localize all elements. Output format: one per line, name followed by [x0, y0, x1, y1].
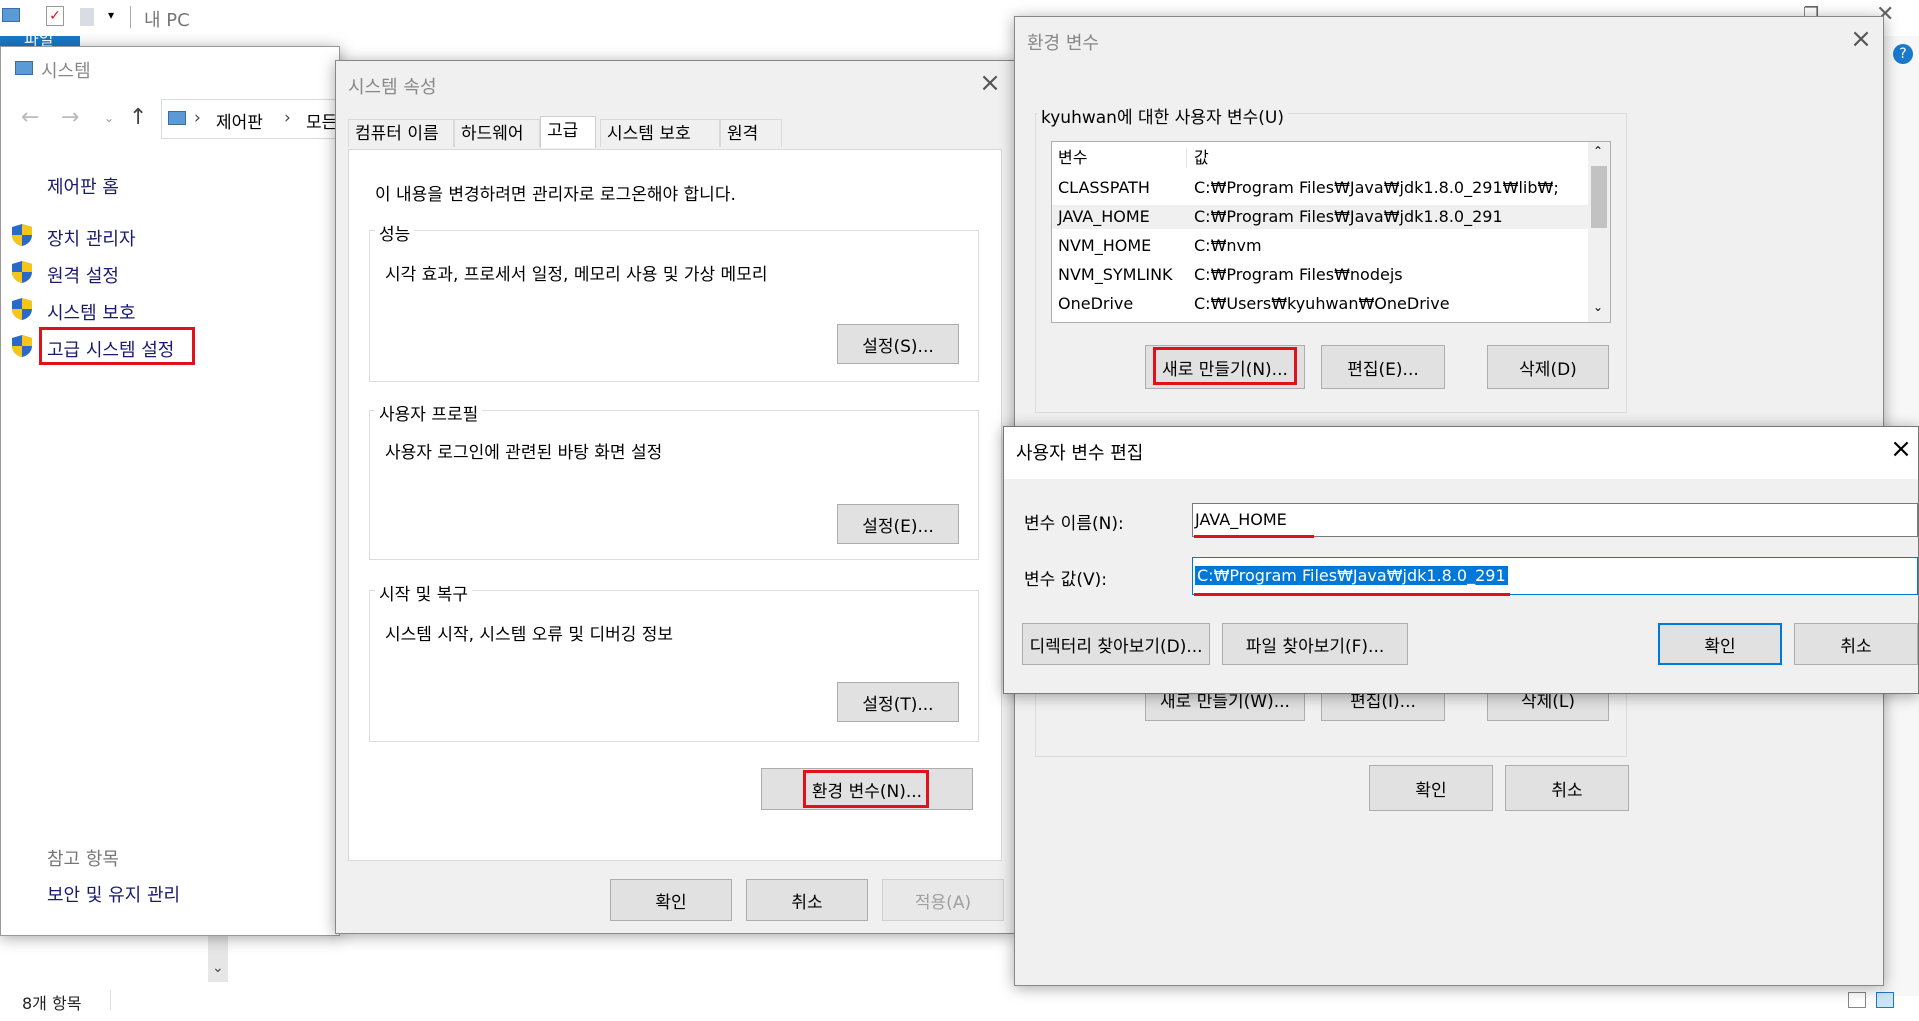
- user-delete-button[interactable]: 삭제(D): [1487, 345, 1609, 389]
- link-advanced-system-settings[interactable]: 고급 시스템 설정: [47, 336, 174, 362]
- user-edit-button[interactable]: 편집(E)...: [1321, 345, 1445, 389]
- link-security-maintenance[interactable]: 보안 및 유지 관리: [47, 881, 180, 907]
- variable-value-label: 변수 값(V):: [1024, 570, 1107, 590]
- system-window: 시스템 ← → ⌄ ↑ › 제어판 › 모든 제어판 홈 장치 관리자 원격 설…: [0, 46, 351, 936]
- ok-button[interactable]: 확인: [1369, 765, 1493, 811]
- details-view-icon[interactable]: [1848, 992, 1866, 1008]
- scroll-thumb[interactable]: [1591, 166, 1607, 228]
- status-item-count: 8개 항목: [22, 994, 82, 1013]
- dialog-body: 변수 이름(N): JAVA_HOME 변수 값(V): C:₩Program …: [1004, 479, 1918, 693]
- link-remote-settings[interactable]: 원격 설정: [47, 262, 119, 288]
- breadcrumb-chevron-icon: ›: [284, 108, 291, 128]
- admin-note: 이 내용을 변경하려면 관리자로 로그온해야 합니다.: [375, 185, 736, 205]
- close-icon[interactable]: ×: [978, 70, 1002, 96]
- list-header: 변수 값: [1052, 144, 1610, 172]
- scroll-down-icon[interactable]: ⌄: [1593, 300, 1603, 314]
- system-properties-title: 시스템 속성: [348, 77, 437, 98]
- qat-title: 내 PC: [144, 10, 190, 31]
- uac-shield-icon: [12, 224, 32, 246]
- see-also-heading: 참고 항목: [47, 849, 119, 870]
- list-item[interactable]: NVM_HOME C:₩nvm: [1052, 234, 1588, 258]
- highlight-underline-value: [1194, 593, 1510, 596]
- cancel-button[interactable]: 취소: [1794, 623, 1918, 665]
- browse-directory-button[interactable]: 디렉터리 찾아보기(D)...: [1022, 623, 1210, 665]
- customize-toolbar-icon[interactable]: ▾: [108, 8, 114, 22]
- qat-separator: [130, 6, 131, 28]
- cancel-button[interactable]: 취소: [746, 879, 868, 921]
- ok-button[interactable]: 확인: [1658, 623, 1782, 665]
- variable-name-label: 변수 이름(N):: [1024, 514, 1124, 534]
- link-system-protection[interactable]: 시스템 보호: [47, 299, 136, 325]
- breadcrumb-chevron-icon: ›: [194, 108, 201, 128]
- column-divider: [1186, 148, 1187, 168]
- performance-description: 시각 효과, 프로세서 일정, 메모리 사용 및 가상 메모리: [385, 265, 768, 285]
- pc-icon: [2, 8, 20, 22]
- breadcrumb-item[interactable]: 제어판: [216, 108, 263, 133]
- up-arrow-icon[interactable]: ↑: [129, 105, 147, 130]
- nav-control-panel-home[interactable]: 제어판 홈: [47, 173, 119, 199]
- browse-file-button[interactable]: 파일 찾아보기(F)...: [1222, 623, 1408, 665]
- close-icon[interactable]: ×: [1849, 26, 1873, 52]
- list-scrollbar[interactable]: ⌃ ⌄: [1588, 142, 1610, 322]
- user-profile-settings-button[interactable]: 설정(E)...: [837, 504, 959, 544]
- user-profile-group-label: 사용자 프로필: [375, 400, 483, 425]
- back-arrow-icon[interactable]: ←: [21, 105, 39, 130]
- properties-icon[interactable]: ✓: [46, 6, 64, 26]
- cancel-button[interactable]: 취소: [1505, 765, 1629, 811]
- system-window-title: 시스템: [41, 61, 91, 82]
- control-panel-icon: [168, 111, 186, 125]
- column-header-variable[interactable]: 변수: [1058, 144, 1087, 172]
- user-variables-group-label: kyuhwan에 대한 사용자 변수(U): [1037, 103, 1288, 128]
- uac-shield-icon: [12, 298, 32, 320]
- tab-hardware[interactable]: 하드웨어: [454, 119, 540, 147]
- status-separator: [110, 990, 111, 1010]
- address-bar[interactable]: › 제어판 › 모든: [161, 99, 351, 139]
- scroll-down-icon[interactable]: ⌄: [212, 960, 224, 976]
- list-item[interactable]: CLASSPATH C:₩Program Files₩Java₩jdk1.8.0…: [1052, 176, 1588, 200]
- scroll-up-icon[interactable]: ⌃: [1593, 144, 1603, 158]
- list-item[interactable]: NVM_SYMLINK C:₩Program Files₩nodejs: [1052, 263, 1588, 287]
- startup-recovery-description: 시스템 시작, 시스템 오류 및 디버깅 정보: [385, 625, 674, 645]
- user-variables-list[interactable]: 변수 값 CLASSPATH C:₩Program Files₩Java₩jdk…: [1051, 141, 1611, 323]
- apply-button[interactable]: 적용(A): [882, 879, 1004, 921]
- variable-name-input[interactable]: JAVA_HOME: [1192, 503, 1918, 537]
- advanced-tab-page: 이 내용을 변경하려면 관리자로 로그온해야 합니다. 성능 시각 효과, 프로…: [348, 149, 1002, 861]
- forward-arrow-icon[interactable]: →: [61, 105, 79, 130]
- uac-shield-icon: [12, 335, 32, 357]
- selected-text: C:₩Program Files₩Java₩jdk1.8.0_291: [1195, 566, 1508, 585]
- system-window-icon: [15, 61, 33, 75]
- variable-value-input[interactable]: C:₩Program Files₩Java₩jdk1.8.0_291: [1192, 557, 1918, 595]
- user-new-button[interactable]: 새로 만들기(N)...: [1145, 345, 1305, 389]
- tab-strip: 컴퓨터 이름 하드웨어 고급 시스템 보호 원격: [348, 116, 998, 149]
- environment-variables-button[interactable]: 환경 변수(N)...: [761, 768, 973, 810]
- highlight-underline-name: [1194, 535, 1314, 538]
- system-properties-dialog: 시스템 속성 × 컴퓨터 이름 하드웨어 고급 시스템 보호 원격 이 내용을 …: [335, 60, 1015, 934]
- edit-user-variable-title: 사용자 변수 편집: [1016, 443, 1144, 464]
- uac-shield-icon: [12, 261, 32, 283]
- list-item[interactable]: OneDrive C:₩Users₩kyuhwan₩OneDrive: [1052, 292, 1588, 316]
- list-item-selected[interactable]: JAVA_HOME C:₩Program Files₩Java₩jdk1.8.0…: [1052, 205, 1588, 229]
- breadcrumb-item[interactable]: 모든: [306, 108, 337, 133]
- startup-recovery-settings-button[interactable]: 설정(T)...: [837, 682, 959, 722]
- edit-user-variable-dialog: 사용자 변수 편집 × 변수 이름(N): JAVA_HOME 변수 값(V):…: [1003, 426, 1919, 694]
- help-icon[interactable]: ?: [1893, 44, 1913, 64]
- tab-remote[interactable]: 원격: [720, 119, 782, 147]
- new-folder-icon[interactable]: [80, 8, 94, 26]
- recent-dropdown-icon[interactable]: ⌄: [104, 111, 114, 125]
- tab-computer-name[interactable]: 컴퓨터 이름: [348, 119, 454, 147]
- close-icon[interactable]: ×: [1889, 436, 1913, 462]
- link-device-manager[interactable]: 장치 관리자: [47, 225, 136, 251]
- startup-recovery-group-label: 시작 및 복구: [375, 580, 473, 605]
- user-profile-description: 사용자 로그인에 관련된 바탕 화면 설정: [385, 443, 663, 463]
- performance-group-label: 성능: [375, 220, 415, 245]
- performance-settings-button[interactable]: 설정(S)...: [837, 324, 959, 364]
- tab-system-protection[interactable]: 시스템 보호: [600, 119, 720, 147]
- environment-variables-title: 환경 변수: [1027, 33, 1099, 54]
- tab-advanced[interactable]: 고급: [540, 116, 596, 148]
- large-icons-view-icon[interactable]: [1876, 992, 1894, 1008]
- column-header-value[interactable]: 값: [1194, 144, 1209, 172]
- ok-button[interactable]: 확인: [610, 879, 732, 921]
